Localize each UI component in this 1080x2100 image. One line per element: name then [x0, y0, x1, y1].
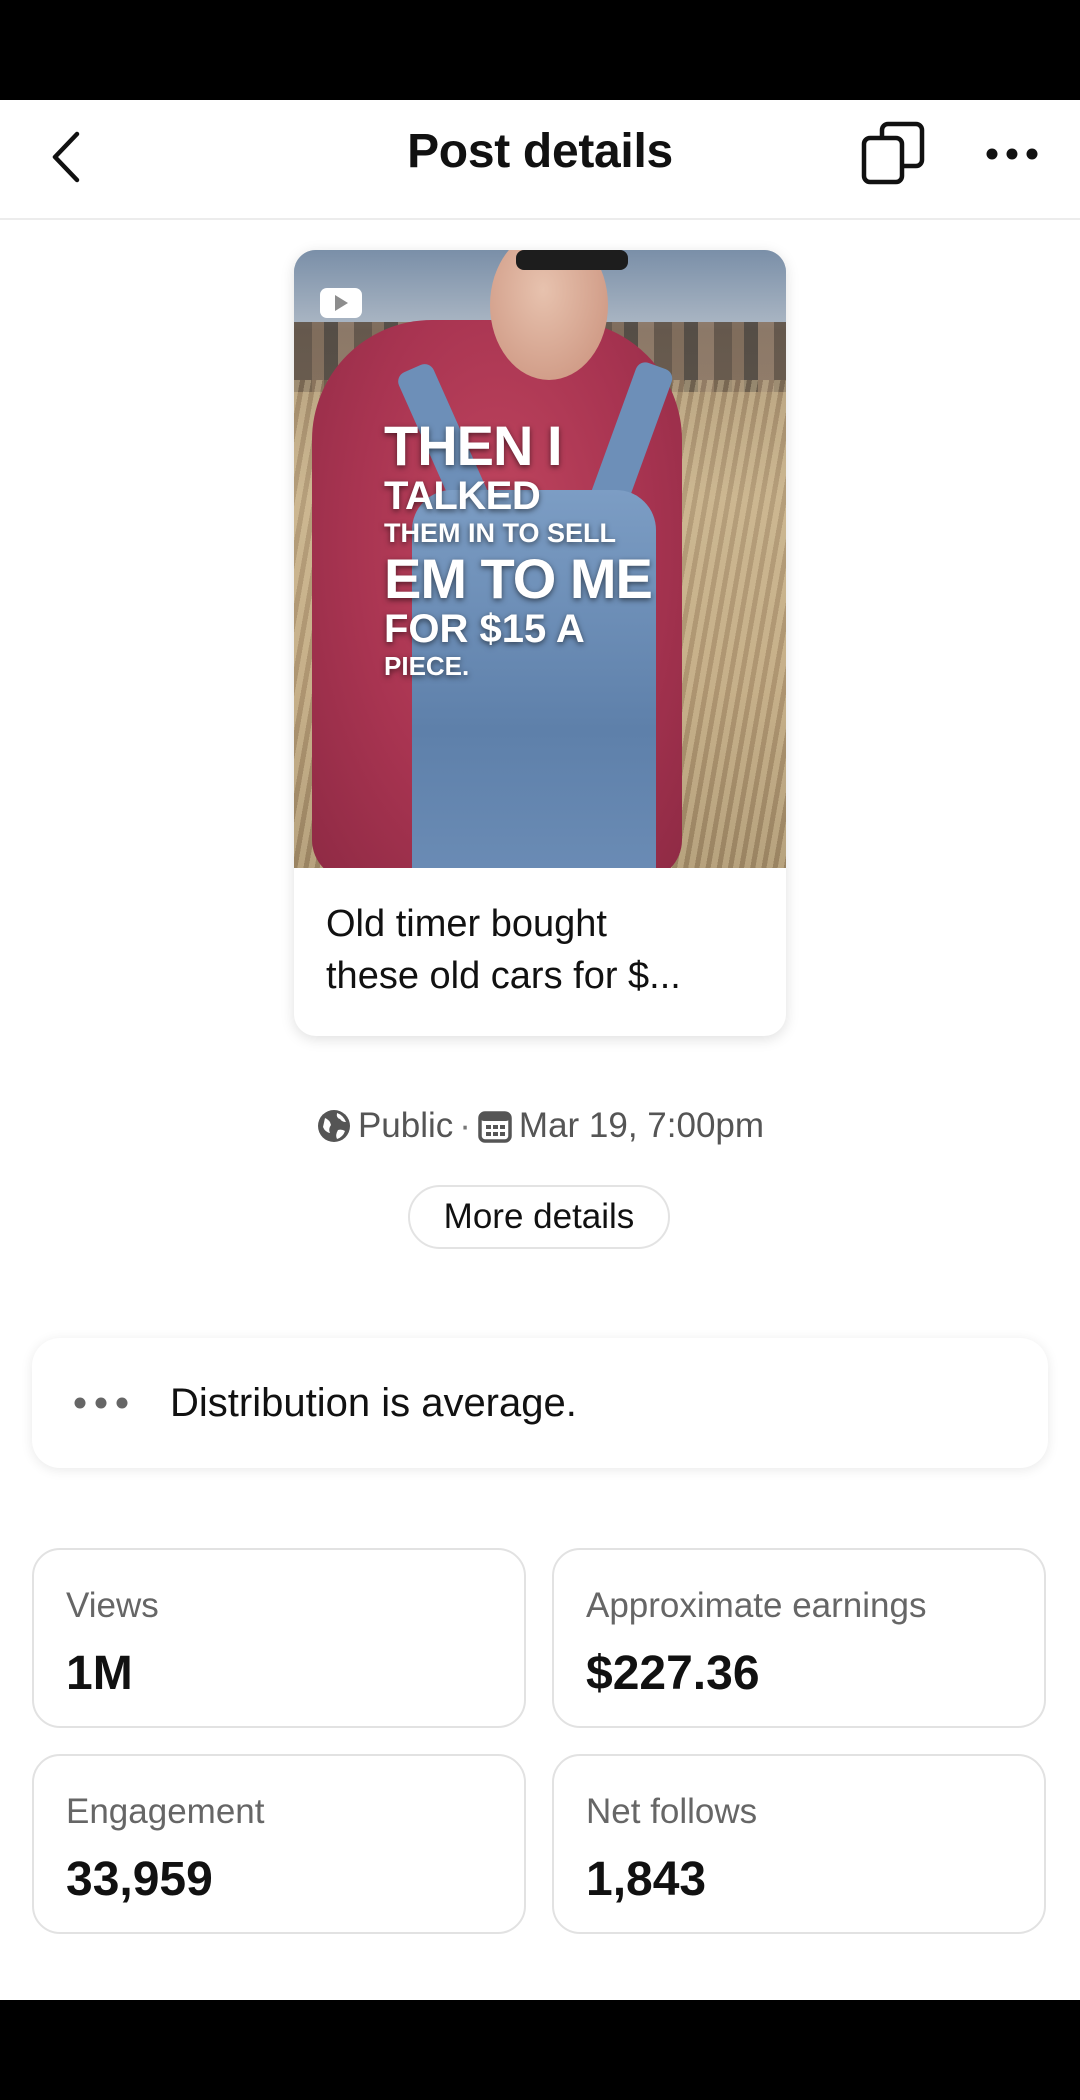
overlay-line: EM TO ME [384, 547, 653, 610]
stat-label: Approximate earnings [586, 1586, 927, 1625]
stat-card-engagement[interactable]: Engagement 33,959 [32, 1754, 526, 1934]
ellipsis-icon [74, 1397, 128, 1409]
stat-value: 1M [66, 1647, 133, 1700]
stat-card-earnings[interactable]: Approximate earnings $227.36 [552, 1548, 1046, 1728]
stat-value: 1,843 [586, 1853, 707, 1906]
post-date: Mar 19, 7:00pm [518, 1106, 765, 1145]
video-overlay-text: THEN I TALKED THEM IN TO SELL EM TO ME F… [384, 414, 653, 681]
post-caption: Old timer bought these old cars for $... [326, 898, 766, 1002]
overlay-line: FOR $15 A [384, 607, 585, 651]
caption-line: Old timer bought [326, 903, 607, 945]
overlay-line: THEM IN TO SELL [384, 518, 617, 548]
meta-separator: · [459, 1106, 471, 1145]
post-meta: Public · Mar 19, 7:00pm [0, 1106, 1080, 1146]
visibility-label: Public [357, 1106, 454, 1145]
stat-label: Engagement [66, 1792, 265, 1831]
more-horizontal-icon [986, 148, 1038, 160]
overlay-line: THEN I [384, 414, 563, 477]
calendar-icon [477, 1108, 513, 1144]
caption-line: these old cars for $... [326, 955, 681, 997]
youtube-icon [320, 288, 362, 318]
post-thumbnail: THEN I TALKED THEM IN TO SELL EM TO ME F… [294, 250, 786, 868]
stat-value: 33,959 [66, 1853, 213, 1906]
more-options-button[interactable] [980, 122, 1044, 186]
post-preview-card[interactable]: THEN I TALKED THEM IN TO SELL EM TO ME F… [294, 250, 786, 1036]
more-details-button[interactable]: More details [408, 1185, 670, 1249]
header-bar: Post details [0, 100, 1080, 220]
stat-label: Net follows [586, 1792, 758, 1831]
screen: Post details THEN I TALKED THEM IN TO SE… [0, 100, 1080, 2000]
copy-button[interactable] [858, 116, 932, 190]
stat-card-views[interactable]: Views 1M [32, 1548, 526, 1728]
stat-value: $227.36 [586, 1647, 760, 1700]
distribution-banner: Distribution is average. [32, 1338, 1048, 1468]
stat-label: Views [66, 1586, 159, 1625]
overlay-line: TALKED [384, 474, 541, 518]
globe-icon [316, 1108, 352, 1144]
copy-icon [861, 121, 925, 185]
overlay-line: PIECE. [384, 651, 470, 681]
distribution-text: Distribution is average. [170, 1381, 577, 1425]
stat-card-net-follows[interactable]: Net follows 1,843 [552, 1754, 1046, 1934]
